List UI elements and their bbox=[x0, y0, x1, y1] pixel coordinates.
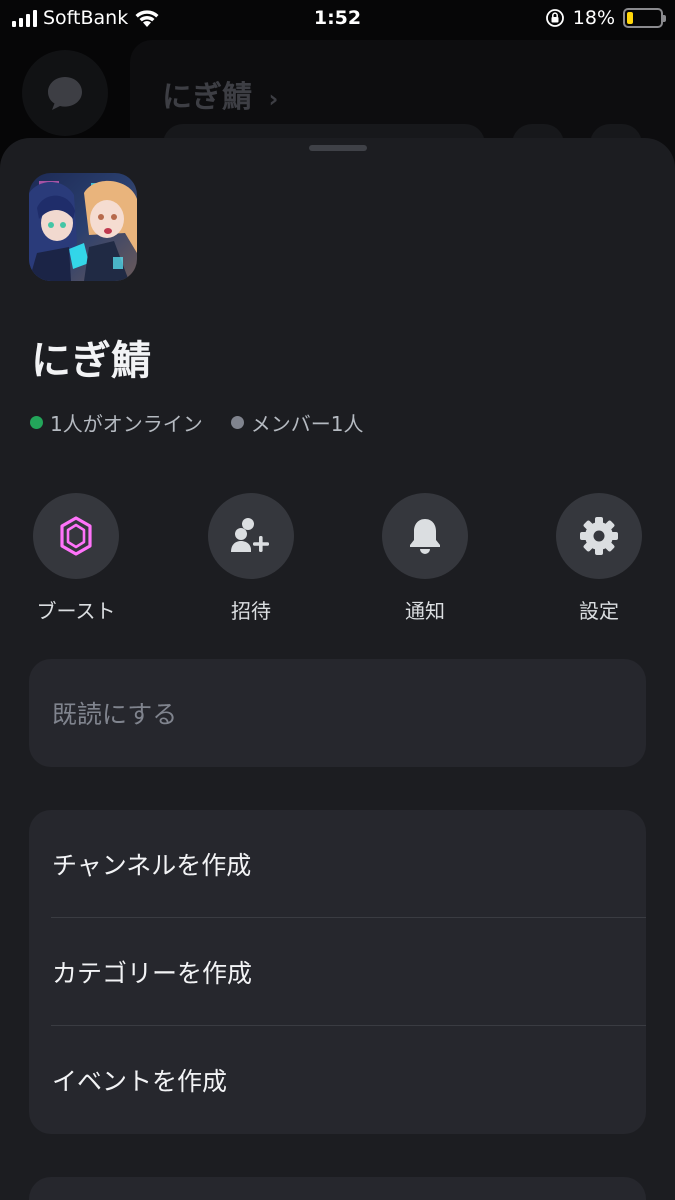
online-count: 1人がオンライン bbox=[30, 408, 203, 437]
bell-icon bbox=[410, 519, 440, 554]
status-bar: SoftBank 1:52 18% bbox=[0, 0, 675, 36]
create-event-label: イベントを作成 bbox=[52, 1067, 228, 1096]
battery-fill bbox=[627, 12, 633, 24]
server-stats: 1人がオンライン メンバー1人 bbox=[30, 408, 391, 437]
battery-percent: 18% bbox=[572, 7, 615, 29]
boost-gem-icon bbox=[60, 516, 92, 556]
chat-bubble-icon bbox=[48, 77, 82, 110]
notifications-label: 通知 bbox=[405, 599, 445, 623]
status-left: SoftBank bbox=[12, 7, 160, 29]
create-category-label: カテゴリーを作成 bbox=[52, 959, 253, 988]
notifications-button[interactable]: 通知 bbox=[355, 493, 495, 624]
invite-button-circle[interactable] bbox=[208, 493, 294, 579]
server-options-sheet: にぎ鯖 1人がオンライン メンバー1人 ブースト 招待 通知 設定 既読にする … bbox=[0, 138, 675, 1200]
carrier-name: SoftBank bbox=[43, 7, 129, 29]
boost-label: ブースト bbox=[36, 599, 116, 623]
server-name: にぎ鯖 bbox=[31, 338, 151, 384]
create-category-button[interactable]: カテゴリーを作成 bbox=[29, 918, 646, 1026]
mark-as-read-label: 既読にする bbox=[52, 700, 178, 729]
boost-button[interactable]: ブースト bbox=[6, 493, 146, 624]
mark-read-card: 既読にする bbox=[29, 659, 646, 767]
server-icon-image bbox=[29, 173, 137, 281]
invite-person-plus-icon bbox=[231, 518, 269, 552]
direct-messages-button[interactable] bbox=[22, 50, 108, 136]
create-channel-label: チャンネルを作成 bbox=[52, 851, 252, 880]
background-server-title: にぎ鯖 › bbox=[162, 80, 279, 115]
online-status-icon bbox=[30, 416, 43, 429]
chevron-right-icon: › bbox=[268, 85, 279, 113]
wifi-icon bbox=[135, 9, 159, 27]
member-status-icon bbox=[230, 416, 244, 429]
status-right: 18% bbox=[545, 7, 666, 29]
create-options-card: チャンネルを作成 カテゴリーを作成 イベントを作成 bbox=[29, 810, 646, 1134]
online-count-text: 1人がオンライン bbox=[50, 412, 203, 436]
create-channel-button[interactable]: チャンネルを作成 bbox=[29, 810, 646, 918]
orientation-lock-icon bbox=[545, 9, 564, 27]
mark-as-read-button[interactable]: 既読にする bbox=[29, 659, 646, 767]
boost-button-circle[interactable] bbox=[33, 493, 119, 579]
invite-label: 招待 bbox=[231, 599, 271, 623]
settings-button-circle[interactable] bbox=[556, 493, 642, 579]
gear-icon bbox=[580, 517, 618, 555]
invite-button[interactable]: 招待 bbox=[181, 493, 321, 624]
create-event-button[interactable]: イベントを作成 bbox=[29, 1026, 646, 1134]
settings-button[interactable]: 設定 bbox=[529, 493, 669, 624]
cellular-signal-icon bbox=[12, 9, 37, 27]
sheet-grabber-handle[interactable] bbox=[309, 145, 367, 151]
member-count: メンバー1人 bbox=[230, 408, 364, 437]
notifications-button-circle[interactable] bbox=[382, 493, 468, 579]
member-count-text: メンバー1人 bbox=[250, 412, 364, 436]
battery-icon bbox=[623, 8, 666, 28]
quick-actions: ブースト 招待 通知 設定 bbox=[0, 493, 675, 633]
next-card-partial bbox=[29, 1177, 646, 1200]
settings-label: 設定 bbox=[579, 599, 619, 623]
